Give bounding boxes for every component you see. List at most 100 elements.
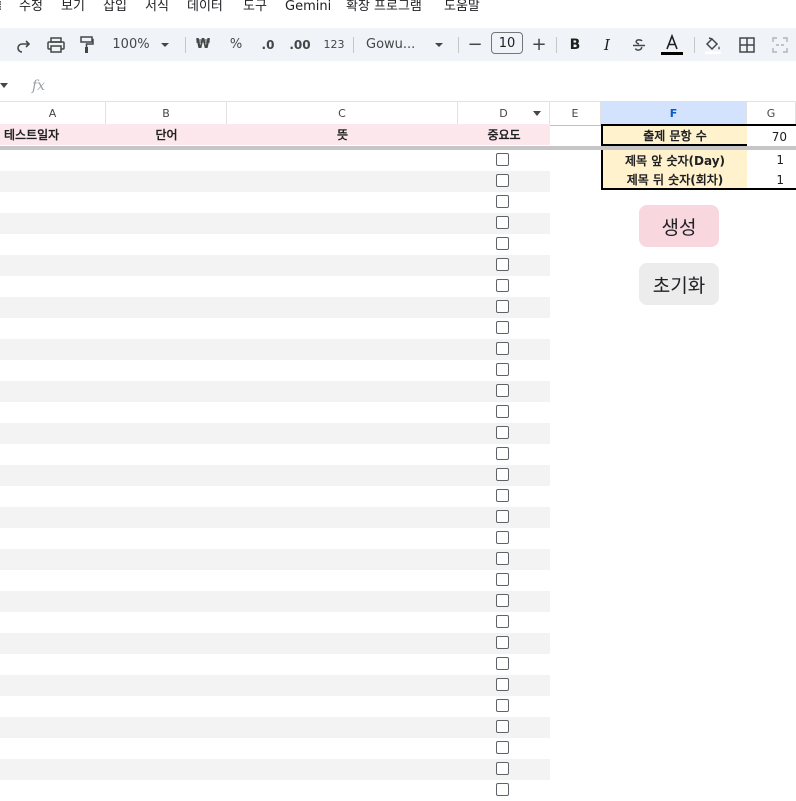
- text-color-icon[interactable]: [660, 28, 684, 61]
- column-header-d-label: D: [499, 107, 508, 120]
- checkbox-icon[interactable]: [496, 426, 509, 439]
- paint-format-icon[interactable]: [78, 28, 96, 61]
- checkbox-icon[interactable]: [496, 741, 509, 754]
- header-cell-meaning[interactable]: 뜻: [227, 124, 458, 145]
- increase-font-size-button[interactable]: +: [530, 28, 548, 61]
- font-select[interactable]: Gowu...: [366, 28, 422, 61]
- checkbox-icon[interactable]: [496, 720, 509, 733]
- question-count-value[interactable]: 70: [747, 124, 787, 146]
- checkbox-icon[interactable]: [496, 636, 509, 649]
- checkbox-icon[interactable]: [496, 279, 509, 292]
- title-suffix-label[interactable]: 제목 뒤 숫자(회차): [601, 170, 747, 190]
- toolbar: 100% ₩ % .0 .00 123 Gowu... − + B I: [0, 28, 796, 61]
- fill-color-icon[interactable]: [703, 28, 723, 61]
- checkbox-icon[interactable]: [496, 615, 509, 628]
- column-header-e[interactable]: E: [550, 102, 601, 125]
- checkbox-icon[interactable]: [496, 300, 509, 313]
- column-header-a[interactable]: A: [0, 102, 106, 125]
- checkbox-icon[interactable]: [496, 699, 509, 712]
- column-headers: A B C D E F G: [0, 101, 796, 126]
- menu-item-view[interactable]: 보기: [61, 0, 85, 14]
- decrease-decimal-button[interactable]: .0: [257, 28, 279, 61]
- table-row: [0, 318, 550, 339]
- menu-item-data[interactable]: 데이터: [187, 0, 223, 14]
- menu-item-insert[interactable]: 삽입: [103, 0, 127, 14]
- table-row: [0, 276, 550, 297]
- print-icon[interactable]: [46, 28, 66, 61]
- menu-item-format[interactable]: 서식: [145, 0, 169, 14]
- name-box-dropdown-icon[interactable]: [0, 83, 8, 88]
- checkbox-icon[interactable]: [496, 468, 509, 481]
- font-size-input[interactable]: 10: [491, 32, 523, 54]
- menu-item-extensions[interactable]: 확장 프로그램: [346, 0, 422, 14]
- menu-item-gemini[interactable]: Gemini: [285, 0, 331, 14]
- title-prefix-label[interactable]: 제목 앞 숫자(Day): [601, 150, 747, 170]
- checkbox-icon[interactable]: [496, 783, 509, 796]
- bold-button[interactable]: B: [566, 28, 584, 61]
- question-count-label[interactable]: 출제 문항 수: [601, 124, 747, 146]
- checkbox-icon[interactable]: [496, 195, 509, 208]
- checkbox-icon[interactable]: [496, 573, 509, 586]
- checkbox-icon[interactable]: [496, 531, 509, 544]
- table-row: [0, 234, 550, 255]
- column-header-d[interactable]: D: [458, 102, 550, 125]
- percent-format-button[interactable]: %: [228, 28, 244, 61]
- checkbox-icon[interactable]: [496, 258, 509, 271]
- checkbox-icon[interactable]: [496, 237, 509, 250]
- table-row: [0, 717, 550, 738]
- checkbox-icon[interactable]: [496, 384, 509, 397]
- checkbox-icon[interactable]: [496, 489, 509, 502]
- column-header-b[interactable]: B: [106, 102, 227, 125]
- increase-decimal-button[interactable]: .00: [288, 28, 312, 61]
- toolbar-separator: [694, 37, 695, 53]
- table-row: [0, 150, 550, 171]
- cell-border: [747, 124, 796, 126]
- checkbox-icon[interactable]: [496, 762, 509, 775]
- redo-icon[interactable]: [14, 28, 32, 61]
- title-suffix-value[interactable]: 1: [747, 170, 784, 190]
- checkbox-icon[interactable]: [496, 447, 509, 460]
- reset-button[interactable]: 초기화: [639, 263, 719, 305]
- menu-item-help[interactable]: 도움말: [444, 0, 480, 14]
- currency-format-button[interactable]: ₩: [195, 28, 211, 61]
- column-header-g[interactable]: G: [747, 102, 796, 125]
- checkbox-icon[interactable]: [496, 594, 509, 607]
- strikethrough-icon[interactable]: [630, 28, 648, 61]
- merge-cells-icon[interactable]: [770, 28, 790, 61]
- column-header-c[interactable]: C: [227, 102, 458, 125]
- number-format-button[interactable]: 123: [322, 28, 346, 61]
- header-cell-word[interactable]: 단어: [106, 124, 227, 145]
- checkbox-icon[interactable]: [496, 153, 509, 166]
- checkbox-icon[interactable]: [496, 657, 509, 670]
- italic-button[interactable]: I: [598, 28, 616, 61]
- filter-dropdown-icon[interactable]: [533, 111, 541, 116]
- header-cell-test-date[interactable]: 테스트일자: [4, 124, 59, 145]
- generate-button[interactable]: 생성: [639, 205, 719, 247]
- checkbox-icon[interactable]: [496, 342, 509, 355]
- toolbar-separator: [556, 37, 557, 53]
- title-prefix-value[interactable]: 1: [747, 150, 784, 170]
- zoom-select[interactable]: 100%: [108, 28, 154, 61]
- zoom-dropdown-icon[interactable]: [158, 28, 172, 61]
- decrease-font-size-button[interactable]: −: [466, 28, 484, 61]
- table-row: [0, 738, 550, 759]
- checkbox-icon[interactable]: [496, 321, 509, 334]
- checkbox-icon[interactable]: [496, 363, 509, 376]
- table-row: [0, 381, 550, 402]
- menu-item-file-edge[interactable]: ⁞: [0, 0, 2, 14]
- menu-item-tools[interactable]: 도구: [243, 0, 267, 14]
- menu-item-edit[interactable]: 수정: [19, 0, 43, 14]
- borders-icon[interactable]: [737, 28, 757, 61]
- header-cell-importance[interactable]: 중요도: [458, 124, 550, 145]
- checkbox-icon[interactable]: [496, 552, 509, 565]
- table-row: [0, 423, 550, 444]
- checkbox-icon[interactable]: [496, 216, 509, 229]
- checkbox-icon[interactable]: [496, 405, 509, 418]
- checkbox-icon[interactable]: [496, 510, 509, 523]
- font-dropdown-icon[interactable]: [432, 28, 446, 61]
- checkbox-icon[interactable]: [496, 678, 509, 691]
- table-row: [0, 213, 550, 234]
- table-row: [0, 654, 550, 675]
- checkbox-icon[interactable]: [496, 174, 509, 187]
- column-header-f[interactable]: F: [601, 102, 747, 125]
